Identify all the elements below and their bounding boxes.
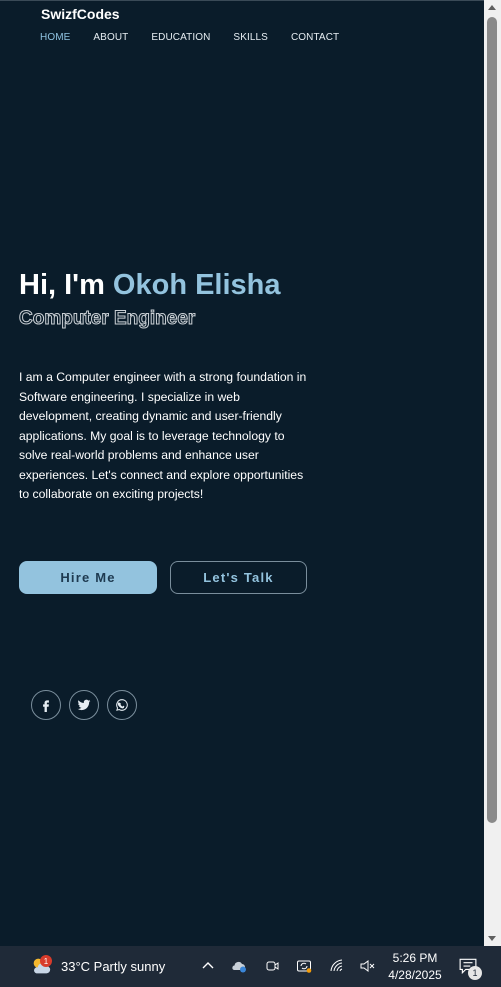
update-icon[interactable]: [296, 958, 312, 977]
onedrive-icon[interactable]: [231, 958, 247, 977]
main-nav: HOME ABOUT EDUCATION SKILLS CONTACT: [40, 32, 362, 43]
clock-time: 5:26 PM: [392, 951, 438, 965]
wifi-icon[interactable]: [329, 958, 345, 977]
browser-viewport: SwizfCodes HOME ABOUT EDUCATION SKILLS C…: [0, 0, 484, 946]
hero-name: Okoh Elisha: [112, 269, 281, 301]
system-clock[interactable]: 5:26 PM 4/28/2025: [384, 950, 446, 984]
nav-skills[interactable]: SKILLS: [233, 32, 268, 43]
hire-me-button[interactable]: Hire Me: [19, 561, 157, 594]
clock-date: 4/28/2025: [388, 968, 442, 982]
whatsapp-icon: [116, 699, 128, 711]
camera-icon[interactable]: [264, 958, 280, 977]
weather-alert-badge: 1: [40, 955, 52, 967]
weather-text[interactable]: 33°C Partly sunny: [61, 959, 165, 974]
social-links: [31, 690, 137, 720]
nav-contact[interactable]: CONTACT: [291, 32, 339, 43]
lets-talk-button[interactable]: Let's Talk: [170, 561, 307, 594]
facebook-icon: [43, 700, 49, 712]
scroll-up-arrow-icon[interactable]: [488, 5, 496, 10]
facebook-link[interactable]: [31, 690, 61, 720]
hero-role: Computer Engineer: [18, 308, 196, 330]
chevron-up-icon[interactable]: [200, 958, 216, 977]
twitter-link[interactable]: [69, 690, 99, 720]
hero-heading: Hi, I'm Okoh Elisha: [19, 269, 281, 302]
nav-about[interactable]: ABOUT: [93, 32, 128, 43]
nav-home[interactable]: HOME: [40, 32, 70, 43]
hero-greeting: Hi, I'm: [19, 269, 113, 301]
site-logo[interactable]: SwizfCodes: [41, 6, 120, 22]
notification-count-badge: 1: [468, 966, 482, 980]
whatsapp-link[interactable]: [107, 690, 137, 720]
hero-bio: I am a Computer engineer with a strong f…: [19, 370, 307, 502]
nav-education[interactable]: EDUCATION: [151, 32, 210, 43]
page-scrollbar[interactable]: [484, 0, 501, 946]
volume-muted-icon[interactable]: [359, 958, 375, 977]
twitter-icon: [77, 699, 91, 711]
scroll-down-arrow-icon[interactable]: [488, 936, 496, 941]
scroll-thumb[interactable]: [487, 17, 497, 823]
